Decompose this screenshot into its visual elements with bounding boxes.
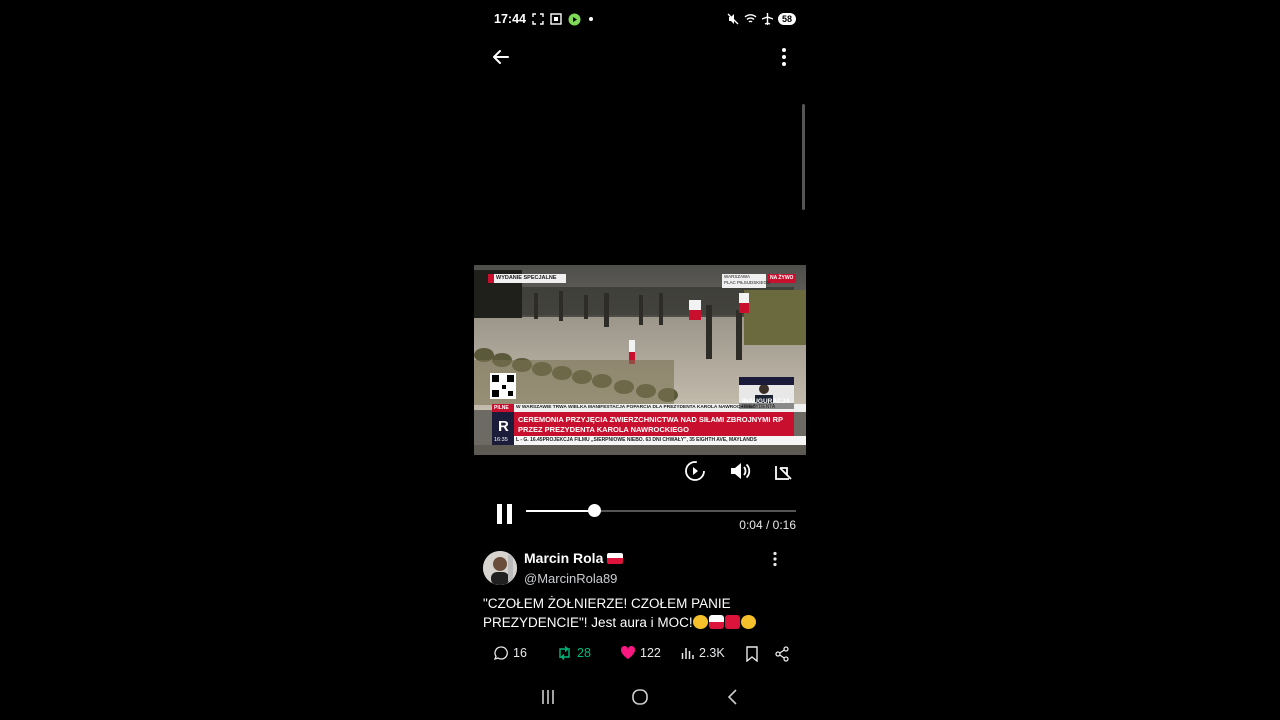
time-display: 0:04 / 0:16 xyxy=(739,518,796,532)
video-frame[interactable]: R WYDANIE SPECJALNE WARSZAWA PLAC PIŁSUD… xyxy=(474,265,806,455)
breaking-label: PILNE xyxy=(494,405,509,411)
reply-button[interactable]: 16 xyxy=(493,645,527,661)
post-actions: 16 28 122 2.3K xyxy=(474,645,806,665)
notification-dot-icon xyxy=(588,17,593,21)
live-tag: NA ŻYWO xyxy=(770,275,794,281)
pause-icon[interactable] xyxy=(496,504,514,524)
post-text-line2-row: PREZYDENCIE"! Jest aura i MOC! xyxy=(483,613,796,632)
phone-screen: 17:44 58 R WYDANIE SPECJALNE WARSZAWA PL… xyxy=(474,0,806,720)
nav-back-icon[interactable] xyxy=(726,688,740,706)
reply-icon xyxy=(493,646,508,661)
post-text-line1: "CZOŁEM ŻOŁNIERZE! CZOŁEM PANIE xyxy=(483,596,731,611)
progress-fill xyxy=(526,510,594,512)
battery-indicator: 58 xyxy=(777,13,796,25)
more-vertical-icon[interactable] xyxy=(772,551,778,567)
headline-line1: CEREMONIA PRZYJĘCIA ZWIERZCHNICTWA NAD S… xyxy=(518,415,784,424)
ticker-top: W WARSZAWIE TRWA WIELKA MANIFESTACJA POP… xyxy=(516,405,756,410)
top-bar xyxy=(474,40,806,74)
location-line1: WARSZAWA xyxy=(724,274,750,279)
svg-text:R: R xyxy=(498,418,509,435)
ticker-bottom: L - G. 16.45PROJEKCJA FILMU „SIERPNIOWE … xyxy=(516,437,757,443)
wifi-icon xyxy=(744,14,757,23)
progress-thumb[interactable] xyxy=(587,504,601,517)
headline-line2: PRZEZ PREZYDENTA KAROLA NAWROCKIEGO xyxy=(518,425,689,434)
heart-icon xyxy=(620,645,636,659)
home-icon[interactable] xyxy=(631,688,649,706)
screenshot-icon xyxy=(532,13,544,25)
poland-flag-emoji-icon xyxy=(708,615,724,629)
post-text-line2: PREZYDENCIE"! Jest aura i MOC! xyxy=(483,615,693,630)
status-bar: 17:44 58 xyxy=(494,9,796,29)
scrollbar[interactable] xyxy=(802,104,805,210)
views-icon xyxy=(681,648,694,659)
status-time: 17:44 xyxy=(494,12,526,26)
sunglasses-face-emoji-icon xyxy=(740,615,756,629)
back-arrow-icon[interactable] xyxy=(488,44,514,70)
bookmark-icon[interactable] xyxy=(745,646,759,662)
exit-fullscreen-icon[interactable] xyxy=(771,458,797,484)
video-player-bar: 0:04 / 0:16 xyxy=(474,495,806,535)
repost-count: 28 xyxy=(577,646,591,660)
screen-record-icon xyxy=(550,13,562,25)
progress-track[interactable] xyxy=(526,504,796,517)
like-count: 122 xyxy=(640,645,661,660)
replay-icon[interactable] xyxy=(682,458,708,484)
program-tag: WYDANIE SPECJALNE xyxy=(496,275,557,281)
saluting-face-emoji-icon xyxy=(692,615,708,629)
channel-time: 16:35 xyxy=(494,437,508,443)
avatar[interactable] xyxy=(483,551,517,585)
mute-icon xyxy=(727,13,739,25)
reply-count: 16 xyxy=(513,646,527,660)
share-icon[interactable] xyxy=(774,646,790,662)
system-nav-bar xyxy=(474,686,806,710)
poland-flag-icon xyxy=(607,552,624,564)
corner-label2: PREZYDENTA xyxy=(742,404,776,410)
airplane-icon xyxy=(761,13,773,25)
like-button[interactable]: 122 xyxy=(620,645,661,660)
repost-icon xyxy=(559,646,570,660)
author-name: Marcin Rola xyxy=(524,550,604,566)
views-count: 2.3K xyxy=(699,645,725,660)
location-line2: PLAC PIŁSUDSKIEGO xyxy=(724,280,771,285)
repost-button[interactable]: 28 xyxy=(556,645,591,661)
more-vertical-icon[interactable] xyxy=(778,45,790,69)
flag-badge-emoji-icon xyxy=(724,615,740,629)
post-text: "CZOŁEM ŻOŁNIERZE! CZOŁEM PANIE PREZYDEN… xyxy=(483,594,796,632)
author-name-row[interactable]: Marcin Rola xyxy=(524,550,624,566)
author-handle[interactable]: @MarcinRola89 xyxy=(524,571,617,586)
views-button[interactable]: 2.3K xyxy=(681,645,725,660)
volume-icon[interactable] xyxy=(727,458,753,484)
media-app-icon xyxy=(568,13,581,25)
recents-icon[interactable] xyxy=(540,688,556,706)
